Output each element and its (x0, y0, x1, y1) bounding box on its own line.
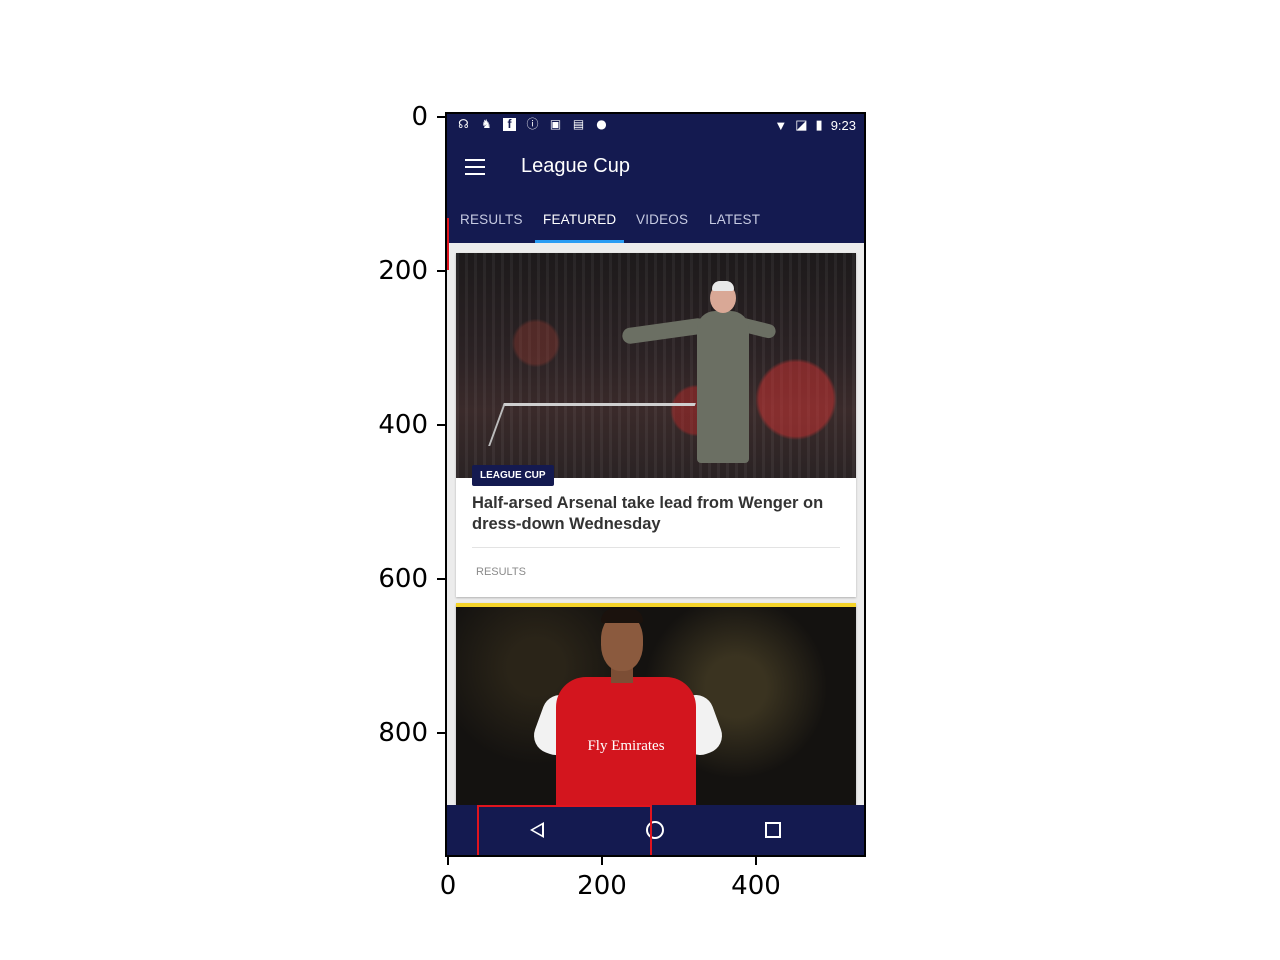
no-sim-icon: ◪ (795, 117, 808, 132)
hamburger-menu-icon[interactable] (465, 159, 485, 175)
status-bar: ☊ ♞ f ⓘ ▣ ▤ ● ▼ ◪ ▮ 9:23 (447, 114, 864, 137)
page-title: League Cup (521, 155, 630, 177)
category-badge: LEAGUE CUP (472, 465, 554, 486)
tab-bar: RESULTS FEATURED VIDEOS LATEST (447, 199, 864, 243)
facebook-icon: f (503, 118, 516, 131)
y-tick-label: 400 (378, 410, 428, 440)
clock: 9:23 (830, 117, 856, 133)
x-tick (447, 855, 449, 865)
headset-icon: ☊ (458, 117, 469, 131)
battery-icon: ▮ (815, 117, 823, 132)
status-right: ▼ ◪ ▮ 9:23 (774, 117, 856, 133)
y-tick-label: 0 (411, 102, 428, 132)
stadium-railing (488, 403, 696, 446)
x-tick (755, 855, 757, 865)
phone-screen: ☊ ♞ f ⓘ ▣ ▤ ● ▼ ◪ ▮ 9:23 League Cup RESU… (445, 112, 866, 857)
y-tick (437, 424, 447, 426)
x-tick (601, 855, 603, 865)
notification-icons: ☊ ♞ f ⓘ ▣ ▤ ● (457, 118, 608, 131)
fox-icon: ♞ (481, 117, 492, 131)
app-toolbar: League Cup (447, 137, 864, 199)
article-headline[interactable]: Half-arsed Arsenal take lead from Wenger… (472, 493, 832, 535)
article-photo (456, 253, 856, 478)
article-photo: Fly Emirates (456, 607, 856, 807)
article-card[interactable]: LEAGUE CUP Half-arsed Arsenal take lead … (456, 253, 856, 597)
highlight-mark (447, 218, 449, 270)
tab-results[interactable]: RESULTS (460, 199, 523, 243)
briefcase-icon: ▤ (572, 117, 585, 131)
article-card[interactable]: Fly Emirates (456, 603, 856, 807)
wifi-icon: ▼ (774, 117, 788, 133)
card-divider (472, 547, 840, 548)
article-category[interactable]: RESULTS (476, 566, 526, 578)
tab-videos[interactable]: VIDEOS (636, 199, 688, 243)
y-tick-label: 200 (378, 256, 428, 286)
recent-apps-button[interactable] (743, 805, 803, 855)
shirt-sponsor: Fly Emirates (587, 738, 665, 754)
y-tick (437, 270, 447, 272)
lock-icon: ▣ (549, 117, 562, 131)
y-tick (437, 116, 447, 118)
y-tick (437, 732, 447, 734)
y-tick-label: 800 (378, 718, 428, 748)
y-tick (437, 578, 447, 580)
info-icon: ⓘ (526, 117, 539, 131)
tab-featured[interactable]: FEATURED (543, 199, 616, 243)
android-icon: ● (596, 117, 607, 131)
highlight-box (477, 805, 652, 855)
y-tick-label: 600 (378, 564, 428, 594)
x-tick-label: 400 (731, 871, 781, 901)
x-tick-label: 200 (577, 871, 627, 901)
active-tab-indicator (535, 240, 624, 243)
manager-figure (621, 281, 778, 478)
recent-apps-icon (765, 822, 781, 838)
x-tick-label: 0 (439, 871, 457, 901)
tab-latest[interactable]: LATEST (709, 199, 760, 243)
